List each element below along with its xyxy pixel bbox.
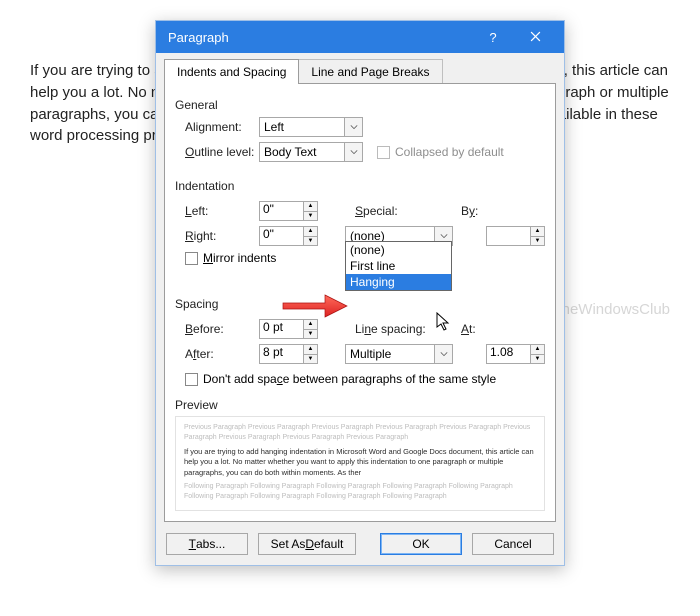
alignment-label: Alignment: <box>175 120 259 134</box>
right-indent-spinner[interactable]: 0" ▲▼ <box>259 226 318 246</box>
spin-down-icon[interactable]: ▼ <box>531 355 544 364</box>
after-label: After: <box>175 347 259 361</box>
spin-up-icon[interactable]: ▲ <box>304 202 317 212</box>
general-heading: General <box>175 98 545 112</box>
spin-down-icon[interactable]: ▼ <box>304 237 317 246</box>
before-spinner[interactable]: 0 pt ▲▼ <box>259 319 318 339</box>
tab-strip: Indents and Spacing Line and Page Breaks <box>156 53 564 84</box>
spacing-heading: Spacing <box>175 297 545 311</box>
special-option-firstline[interactable]: First line <box>346 258 451 274</box>
line-spacing-select[interactable]: Multiple <box>345 344 453 364</box>
tabs-button[interactable]: Tabs... <box>166 533 248 555</box>
spin-up-icon[interactable]: ▲ <box>304 227 317 237</box>
spin-up-icon[interactable]: ▲ <box>304 320 317 330</box>
special-option-hanging[interactable]: Hanging <box>346 274 451 290</box>
paragraph-dialog: Paragraph ? Indents and Spacing Line and… <box>155 20 565 566</box>
by-spinner[interactable]: ▲▼ <box>486 226 545 246</box>
no-add-space-checkbox[interactable] <box>185 373 198 386</box>
left-indent-label: Left: <box>175 204 259 218</box>
preview-box: Previous Paragraph Previous Paragraph Pr… <box>175 416 545 511</box>
special-label: Special: <box>345 204 429 218</box>
outline-level-select[interactable]: Body Text <box>259 142 363 162</box>
help-icon: ? <box>489 30 496 45</box>
line-spacing-label: Line spacing: <box>345 322 429 336</box>
at-label: At: <box>451 322 485 336</box>
special-dropdown-list[interactable]: (none) First line Hanging <box>345 241 452 291</box>
ok-button[interactable]: OK <box>380 533 462 555</box>
at-spinner[interactable]: 1.08 ▲▼ <box>486 344 545 364</box>
annotation-arrow-icon <box>281 291 351 321</box>
collapsed-checkbox <box>377 146 390 159</box>
spin-up-icon[interactable]: ▲ <box>531 345 544 355</box>
chevron-down-icon <box>344 143 362 161</box>
spin-down-icon[interactable]: ▼ <box>304 330 317 339</box>
before-label: Before: <box>175 322 259 336</box>
cancel-button[interactable]: Cancel <box>472 533 554 555</box>
mirror-indents-label: Mirror indents <box>203 251 276 265</box>
preview-heading: Preview <box>175 398 545 412</box>
spin-down-icon[interactable]: ▼ <box>304 355 317 364</box>
alignment-select[interactable]: Left <box>259 117 363 137</box>
close-button[interactable] <box>514 21 556 53</box>
collapsed-label: Collapsed by default <box>395 145 504 159</box>
mirror-indents-checkbox[interactable] <box>185 252 198 265</box>
close-icon <box>530 30 541 45</box>
chevron-down-icon <box>434 345 452 363</box>
spin-down-icon[interactable]: ▼ <box>531 237 544 246</box>
no-add-space-row[interactable]: Don't add space between paragraphs of th… <box>185 372 545 386</box>
outline-level-label: Outline level: <box>175 145 259 159</box>
indentation-heading: Indentation <box>175 179 545 193</box>
tab-panel: General Alignment: Left Outline level: B… <box>164 83 556 522</box>
spin-up-icon[interactable]: ▲ <box>531 227 544 237</box>
tab-indents-spacing[interactable]: Indents and Spacing <box>164 59 299 84</box>
chevron-down-icon <box>344 118 362 136</box>
spin-up-icon[interactable]: ▲ <box>304 345 317 355</box>
mirror-indents-row[interactable]: Mirror indents <box>185 251 345 265</box>
title-bar[interactable]: Paragraph ? <box>156 21 564 53</box>
no-add-space-label: Don't add space between paragraphs of th… <box>203 372 496 386</box>
mouse-cursor-icon <box>436 312 452 332</box>
special-option-none[interactable]: (none) <box>346 242 451 258</box>
help-button[interactable]: ? <box>472 21 514 53</box>
left-indent-spinner[interactable]: 0" ▲▼ <box>259 201 318 221</box>
dialog-button-row: Tabs... Set As Default OK Cancel <box>156 531 564 565</box>
dialog-title: Paragraph <box>168 30 472 45</box>
after-spinner[interactable]: 8 pt ▲▼ <box>259 344 318 364</box>
spin-down-icon[interactable]: ▼ <box>304 212 317 221</box>
right-indent-label: Right: <box>175 229 259 243</box>
tab-line-page-breaks[interactable]: Line and Page Breaks <box>298 59 442 84</box>
by-label: By: <box>451 204 485 218</box>
set-as-default-button[interactable]: Set As Default <box>258 533 356 555</box>
